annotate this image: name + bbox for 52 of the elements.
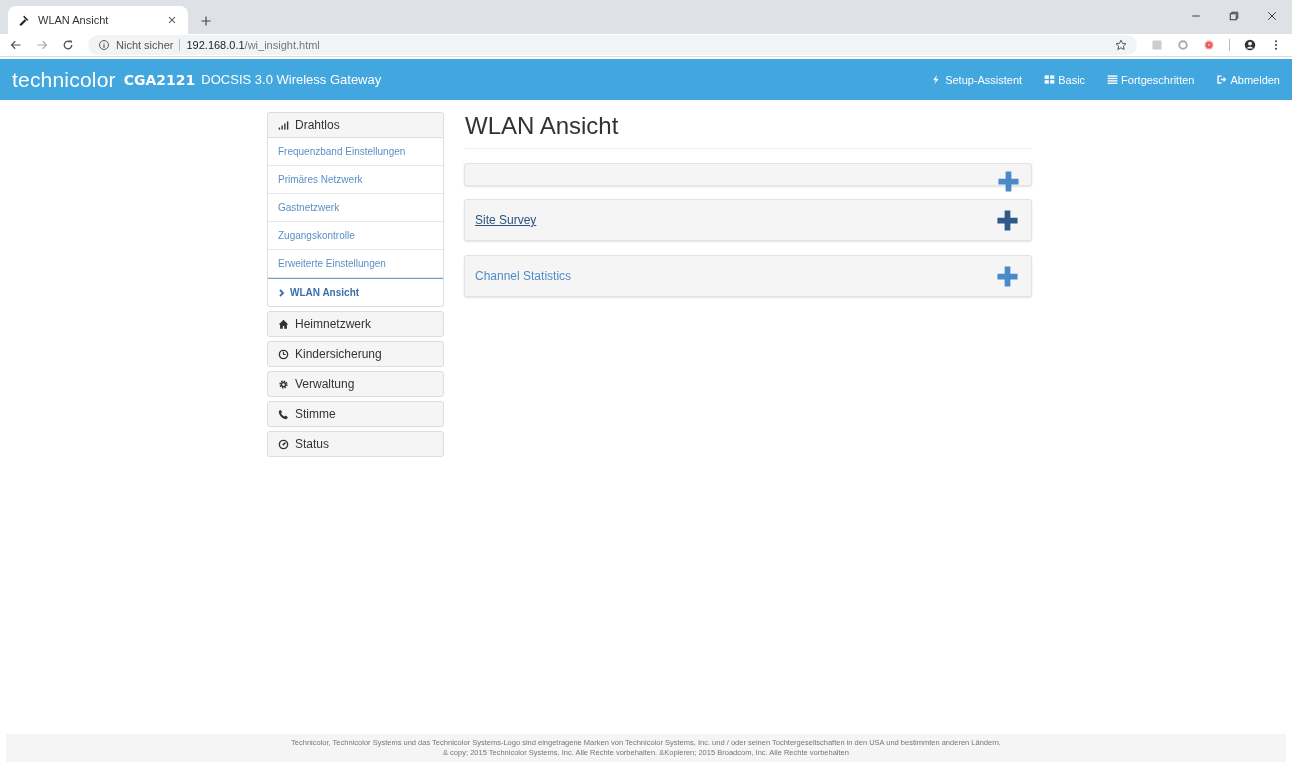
- gauge-icon: [278, 438, 289, 450]
- nav-link[interactable]: Abmelden: [1216, 73, 1280, 86]
- star-icon[interactable]: [1115, 39, 1127, 51]
- logout-icon: [1216, 74, 1228, 85]
- product-name: DOCSIS 3.0 Wireless Gateway: [201, 72, 382, 87]
- browser-tab[interactable]: WLAN Ansicht: [8, 6, 188, 34]
- nav-link[interactable]: Setup-Assistent: [931, 73, 1023, 86]
- brand-logo: technicolor: [12, 67, 116, 92]
- sidebar-group[interactable]: Stimme: [267, 401, 444, 427]
- home-icon: [278, 318, 289, 330]
- model-name: CGA2121: [123, 71, 196, 88]
- sidebar-item[interactable]: WLAN Ansicht: [268, 278, 443, 306]
- gear-icon: [278, 378, 289, 390]
- phone-icon: [278, 408, 289, 420]
- list-icon: [1107, 74, 1119, 85]
- new-tab-icon[interactable]: [200, 15, 212, 27]
- panel-title[interactable]: Channel Statistics: [475, 269, 572, 283]
- tools-icon: [18, 14, 30, 26]
- nav-link[interactable]: Basic: [1044, 73, 1086, 86]
- sidebar-item[interactable]: Primäres Netzwerk: [268, 166, 443, 194]
- plus-icon[interactable]: [996, 264, 1019, 288]
- sidebar-item[interactable]: Erweiterte Einstellungen: [268, 250, 443, 278]
- address-bar[interactable]: Nicht sicher 192.168.0.1/wi_insight.html: [88, 35, 1137, 55]
- sidebar-item[interactable]: Gastnetzwerk: [268, 194, 443, 222]
- sidebar-group[interactable]: Kindersicherung: [267, 341, 444, 367]
- info-icon: [98, 39, 110, 51]
- plus-icon[interactable]: [996, 208, 1019, 232]
- sidebar-group[interactable]: Verwaltung: [267, 371, 444, 397]
- signal-icon: [278, 119, 289, 131]
- collapsible-panel[interactable]: Channel Statistics: [464, 255, 1032, 297]
- sidebar-group[interactable]: Status: [267, 431, 444, 457]
- close-icon[interactable]: [1266, 10, 1278, 22]
- nav-link[interactable]: Fortgeschritten: [1107, 73, 1195, 86]
- sidebar-group[interactable]: Drahtlos: [267, 112, 444, 138]
- sidebar-item[interactable]: Frequenzband Einstellungen: [268, 138, 443, 166]
- extension-icon[interactable]: [1203, 39, 1215, 51]
- plus-icon[interactable]: [997, 170, 1020, 193]
- url-text: 192.168.0.1/wi_insight.html: [186, 39, 320, 51]
- reload-icon[interactable]: [62, 39, 74, 51]
- close-icon[interactable]: [166, 14, 178, 26]
- restore-icon[interactable]: [1228, 10, 1240, 22]
- collapsible-panel[interactable]: Site Survey: [464, 199, 1032, 241]
- chevron-icon: [278, 288, 286, 297]
- sidebar-item[interactable]: Zugangskontrolle: [268, 222, 443, 250]
- sidebar-group[interactable]: Heimnetzwerk: [267, 311, 444, 337]
- clock-icon: [278, 348, 289, 360]
- panel-title[interactable]: Site Survey: [475, 213, 537, 227]
- grid-icon: [1044, 74, 1056, 85]
- page-title: WLAN Ansicht: [465, 112, 1032, 149]
- security-label: Nicht sicher: [116, 39, 174, 51]
- back-icon[interactable]: [10, 39, 22, 51]
- account-icon[interactable]: [1244, 39, 1256, 51]
